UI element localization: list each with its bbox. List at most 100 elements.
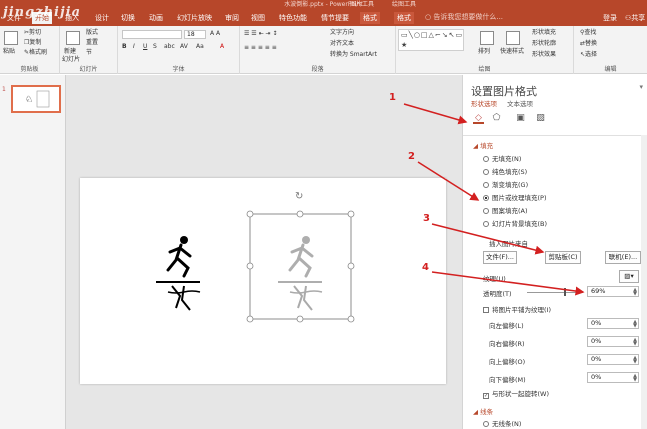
fill-line-icon[interactable]: ◇ [473, 113, 484, 124]
sign-in-link[interactable]: 登录 [600, 12, 620, 24]
tab-format-picture[interactable]: 格式 [360, 12, 380, 24]
transparent-runner-image[interactable] [278, 236, 322, 283]
tell-me-text: 告诉我您想要做什么... [433, 13, 504, 21]
texture-picker[interactable]: ▨▾ [619, 270, 639, 283]
arrange-button[interactable]: 排列 [478, 48, 490, 56]
fill-section-header[interactable]: ◢ 填充 [473, 140, 493, 150]
share-button[interactable]: ⚇共享 [622, 12, 647, 24]
format-picture-pane: 设置图片格式 ▾ 形状选项 文本选项 ◇ ⬠ ▣ ▨ ◢ 填充 无填充(N) 纯… [462, 75, 647, 429]
tab-transitions[interactable]: 切换 [118, 12, 138, 24]
tab-storyboard[interactable]: 情节提要 [318, 12, 352, 24]
tab-review[interactable]: 审阅 [222, 12, 242, 24]
shapes-gallery[interactable]: ▭╲○□△⌐↘↖▭⇨⇩☆{}★ [398, 29, 464, 51]
offset-right-input[interactable]: 0% ▲ ▼ [587, 336, 639, 347]
paste-button[interactable]: 粘贴 [3, 48, 15, 56]
radio-indicator [483, 156, 489, 162]
offset-top-input[interactable]: 0% ▲ ▼ [587, 354, 639, 365]
layout-button[interactable]: 版式 [86, 29, 98, 37]
shape-fill-button[interactable]: 形状填充 [532, 29, 556, 37]
spin-arrows-icon[interactable]: ▲ ▼ [633, 288, 637, 297]
paste-icon[interactable] [4, 31, 18, 45]
bullets-icon[interactable]: ☰ ☰ ⇤ ⇥ ↕ [244, 30, 277, 38]
slide-thumbnail[interactable]: ♘ [11, 85, 61, 113]
pane-title: 设置图片格式 [471, 85, 537, 98]
new-slide-icon[interactable] [66, 31, 80, 45]
font-size-select[interactable]: 18 [184, 30, 206, 39]
effects-icon[interactable]: ⬠ [491, 113, 502, 124]
replace-button[interactable]: ⇄替换 [580, 40, 597, 48]
tab-animations[interactable]: 动画 [146, 12, 166, 24]
tab-design[interactable]: 设计 [92, 12, 112, 24]
transparency-input[interactable]: 69% ▲ ▼ [587, 286, 639, 297]
quick-styles-icon[interactable] [506, 31, 520, 45]
tab-special[interactable]: 特色功能 [276, 12, 310, 24]
case-button[interactable]: Aa [196, 43, 204, 51]
reset-button[interactable]: 重置 [86, 39, 98, 47]
online-button[interactable]: 联机(E)... [605, 251, 641, 264]
rotate-with-shape-checkbox[interactable]: ✓ 与形状一起旋转(W) [483, 388, 549, 399]
select-button[interactable]: ↖选择 [580, 51, 597, 59]
spin-arrows-icon[interactable]: ▲ ▼ [633, 356, 637, 365]
slide-canvas[interactable]: ↻ [80, 178, 446, 384]
cut-button[interactable]: ✂剪切 [24, 29, 41, 37]
offset-bottom-input[interactable]: 0% ▲ ▼ [587, 372, 639, 383]
transparency-slider[interactable] [527, 292, 583, 293]
spacing-button[interactable]: AV [180, 43, 188, 51]
file-button[interactable]: 文件(F)... [483, 251, 517, 264]
align-icons[interactable]: ≡ ≡ ≡ ≡ ≡ [244, 44, 277, 52]
clipboard-button[interactable]: 剪贴板(C) [545, 251, 581, 264]
tab-format-drawing[interactable]: 格式 [394, 12, 414, 24]
font-name-select[interactable] [122, 30, 182, 39]
picture-icon[interactable]: ▨ [535, 113, 546, 124]
copy-button[interactable]: ❐复制 [24, 39, 41, 47]
new-slide-button[interactable]: 新建 [64, 48, 76, 56]
smartart-button[interactable]: 转换为 SmartArt [330, 51, 377, 59]
annotation-label-2: 2 [408, 151, 415, 162]
shape-outline-button[interactable]: 形状轮廓 [532, 40, 556, 48]
section-button[interactable]: 节 [86, 49, 92, 57]
spin-arrows-icon[interactable]: ▲ ▼ [633, 338, 637, 347]
runner-image[interactable] [156, 236, 200, 283]
spin-arrows-icon[interactable]: ▲ ▼ [633, 320, 637, 329]
grow-font-icon[interactable]: A A [210, 30, 220, 38]
format-painter-button[interactable]: ✎格式刷 [24, 49, 47, 57]
selection-handles[interactable] [246, 210, 355, 323]
arrange-icon[interactable] [480, 31, 494, 45]
italic-button[interactable]: I [133, 43, 135, 51]
spin-arrows-icon[interactable]: ▲ ▼ [633, 374, 637, 383]
font-color-button[interactable]: A [220, 43, 224, 51]
shape-effects-button[interactable]: 形状效果 [532, 51, 556, 59]
offset-left-input[interactable]: 0% ▲ ▼ [587, 318, 639, 329]
radio-background-fill[interactable]: 幻灯片背景填充(B) [483, 220, 547, 229]
transparency-slider-thumb[interactable] [564, 288, 566, 296]
strikethrough-button[interactable]: abc [164, 43, 175, 51]
quick-styles-button[interactable]: 快速样式 [500, 48, 524, 56]
radio-solid-fill[interactable]: 纯色填充(S) [483, 168, 527, 177]
bold-button[interactable]: B [122, 43, 127, 51]
replace-label: 替换 [585, 40, 598, 47]
shadow-button[interactable]: S [153, 43, 157, 51]
tab-text-options[interactable]: 文本选项 [507, 98, 533, 108]
radio-no-line[interactable]: 无线条(N) [483, 420, 521, 429]
tab-slideshow[interactable]: 幻灯片放映 [174, 12, 215, 24]
pane-menu-icon[interactable]: ▾ [639, 83, 643, 91]
tell-me-search[interactable]: ○ 告诉我您想要做什么... [425, 12, 575, 23]
tab-view[interactable]: 视图 [248, 12, 268, 24]
radio-gradient-fill[interactable]: 渐变填充(G) [483, 181, 528, 190]
tile-checkbox[interactable]: 将图片平铺为纹理(I) [483, 304, 551, 314]
find-button[interactable]: ⚲查找 [580, 29, 596, 37]
radio-pattern-fill[interactable]: 图案填充(A) [483, 207, 528, 216]
pane-scrollbar[interactable] [641, 135, 647, 429]
size-properties-icon[interactable]: ▣ [515, 113, 526, 124]
rotate-handle-icon[interactable]: ↻ [295, 191, 303, 202]
text-direction-button[interactable]: 文字方向 [330, 29, 354, 37]
radio-no-fill[interactable]: 无填充(N) [483, 155, 521, 164]
offset-top-value: 0% [591, 355, 602, 363]
radio-picture-fill[interactable]: 图片或纹理填充(P) [483, 194, 547, 203]
radio-indicator [483, 221, 489, 227]
copy-label: 复制 [29, 39, 42, 46]
align-text-button[interactable]: 对齐文本 [330, 40, 354, 48]
underline-button[interactable]: U [143, 43, 147, 51]
tab-shape-options[interactable]: 形状选项 [471, 98, 497, 108]
line-section-header[interactable]: ◢ 线条 [473, 406, 493, 416]
